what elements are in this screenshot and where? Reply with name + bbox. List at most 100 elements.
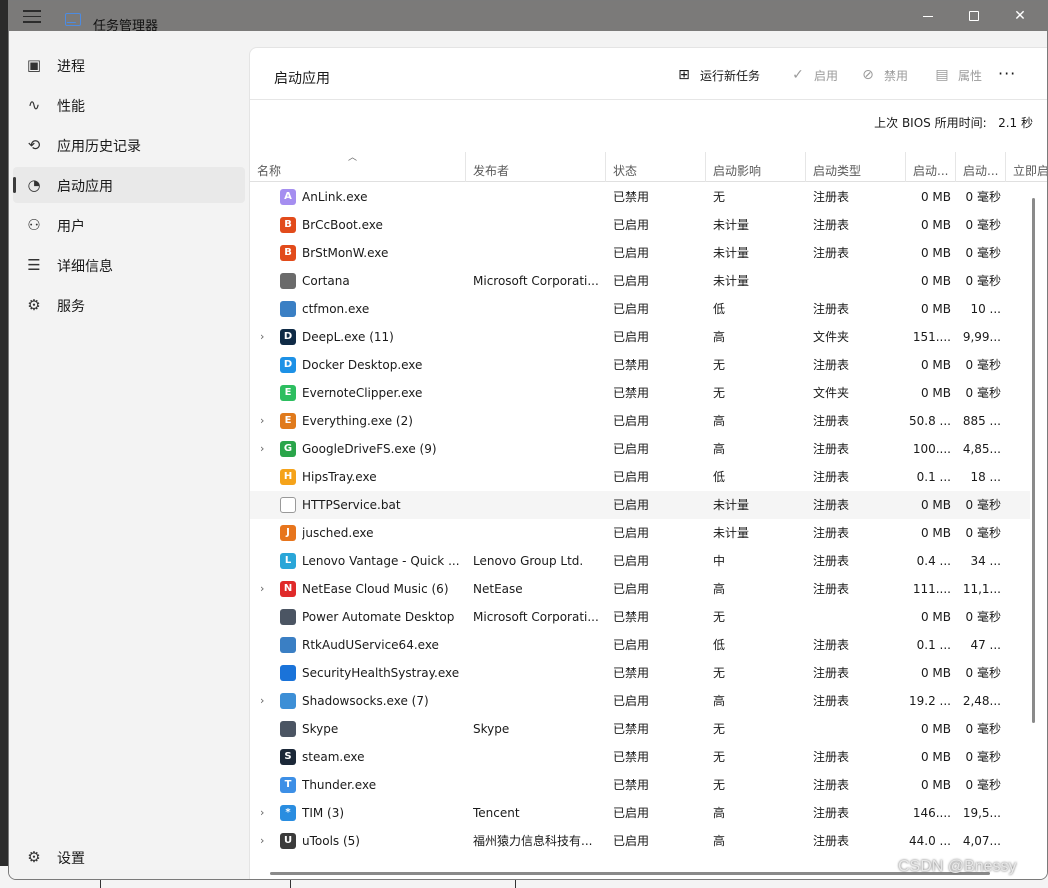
cell-cpu-time: 0 毫秒 (965, 274, 1001, 288)
table-row[interactable]: Ssteam.exe 已禁用 无 注册表 0 MB 0 毫秒 (250, 743, 1030, 771)
maximize-button[interactable] (951, 1, 997, 31)
sidebar-item-services[interactable]: ⚙ 服务 (13, 287, 245, 323)
cell-disk-io: 0.1 ... (916, 470, 951, 484)
table-row[interactable]: B BrCcBoot.exe 已启用 未计量 注册表 0 MB 0 毫秒 (250, 211, 1030, 239)
cell-status: 已启用 (613, 246, 650, 260)
cell-app-name: HTTPService.bat (302, 498, 401, 512)
cell-cpu-time: 0 毫秒 (965, 386, 1001, 400)
cell-publisher (473, 407, 605, 435)
table-row[interactable]: ctfmon.exe 已启用 低 注册表 0 MB 10 ... (250, 295, 1030, 323)
table-row[interactable]: Jjusched.exe 已启用 未计量 注册表 0 MB 0 毫秒 (250, 519, 1030, 547)
expand-chevron-icon[interactable]: › (260, 827, 264, 855)
page-title: 启动应用 (274, 71, 330, 87)
cell-disk-io: 19.2 ... (909, 694, 951, 708)
column-header-type[interactable]: 启动类型 (806, 152, 906, 182)
run-new-task-button[interactable]: ⊞ 运行新任务 (676, 66, 760, 84)
column-header-impact[interactable]: 启动影响 (706, 152, 806, 182)
sidebar-item-settings[interactable]: ⚙ 设置 (13, 839, 245, 875)
cell-app-name: NetEase Cloud Music (6) (302, 582, 449, 596)
cell-disk-io: 0 MB (920, 666, 951, 680)
hipstray-icon: H (280, 469, 296, 485)
cell-cpu-time: 0 毫秒 (965, 190, 1001, 204)
expand-chevron-icon[interactable]: › (260, 435, 264, 463)
table-row[interactable]: Power Automate Desktop Microsoft Corporat… (250, 603, 1030, 631)
sidebar-item-users[interactable]: ⚇ 用户 (13, 207, 245, 243)
cell-cpu-time: 0 毫秒 (965, 358, 1001, 372)
cell-startup-impact: 无 (713, 386, 726, 400)
table-row[interactable]: Cortana Microsoft Corporati... 已启用 未计量 0 MB 0… (250, 267, 1030, 295)
cell-cpu-time: 0 毫秒 (965, 246, 1001, 260)
cell-publisher (473, 323, 605, 351)
cell-cpu-time: 0 毫秒 (965, 526, 1001, 540)
cell-app-name: RtkAudUService64.exe (302, 638, 439, 652)
table-row[interactable]: H HipsTray.exe 已启用 低 注册表 0.1 ... 18 ... (250, 463, 1030, 491)
column-header-disk-io[interactable]: 启动... (906, 152, 956, 182)
cell-publisher (473, 435, 605, 463)
expand-chevron-icon[interactable]: › (260, 407, 264, 435)
table-row[interactable]: › Shadowsocks.exe (7) 已启用 高 注册表 19.2 ... 2,48.… (250, 687, 1030, 715)
cell-app-name: Lenovo Vantage - Quick ... (302, 554, 460, 568)
table-row[interactable]: › N NetEase Cloud Music (6) NetEase 已启用 高 注册表 1… (250, 575, 1030, 603)
expand-chevron-icon[interactable]: › (260, 799, 264, 827)
table-row[interactable]: › E Everything.exe (2) 已启用 高 注册表 50.8 ... 885 .… (250, 407, 1030, 435)
sidebar-item-details[interactable]: ☰ 详细信息 (13, 247, 245, 283)
table-row[interactable]: HTTPService.bat 已启用 未计量 注册表 0 MB 0 毫秒 (250, 491, 1030, 519)
active-indicator (13, 177, 16, 193)
expand-chevron-icon[interactable]: › (260, 323, 264, 351)
brcc-icon: B (280, 217, 296, 233)
cell-app-name: SecurityHealthSystray.exe (302, 666, 460, 680)
table-row[interactable]: D Docker Desktop.exe 已禁用 无 注册表 0 MB 0 毫秒 (250, 351, 1030, 379)
cell-startup-impact: 高 (713, 806, 726, 820)
column-header-cpu[interactable]: 启动... (956, 152, 1006, 182)
table-row[interactable]: B BrStMonW.exe 已启用 未计量 注册表 0 MB 0 毫秒 (250, 239, 1030, 267)
processes-icon: ▣ (26, 56, 42, 74)
column-header-name[interactable]: 名称 (250, 152, 466, 182)
cell-app-name: Everything.exe (2) (302, 414, 413, 428)
horizontal-scrollbar[interactable] (270, 872, 990, 875)
table-row[interactable]: › * TIM (3) Tencent 已启用 高 注册表 146.... 19,5... (250, 799, 1030, 827)
table-row[interactable]: › D DeepL.exe (11) 已启用 高 文件夹 151.... 9,99... (250, 323, 1030, 351)
background-left (0, 0, 8, 888)
cell-startup-type: 注册表 (813, 806, 850, 820)
properties-button[interactable]: ▤ 属性 (934, 66, 982, 84)
enable-button[interactable]: ✓ 启用 (790, 66, 838, 84)
cell-status: 已禁用 (613, 386, 650, 400)
task-manager-icon (65, 13, 81, 26)
table-row[interactable]: › UuTools (5) 福州猿力信息科技有... 已启用 高 注册表 44.0 ... 4… (250, 827, 1030, 855)
cell-startup-impact: 无 (713, 358, 726, 372)
tim-icon: * (280, 805, 296, 821)
table-row[interactable]: RtkAudUService64.exe 已启用 低 注册表 0.1 ... 47 ... (250, 631, 1030, 659)
startup-icon: ◔ (27, 176, 41, 194)
sidebar-item-startup[interactable]: ◔ 启动应用 (13, 167, 245, 203)
column-header-running-now[interactable]: 立即启 (1006, 152, 1047, 182)
cell-status: 已启用 (613, 442, 650, 456)
cell-cpu-time: 18 ... (970, 470, 1001, 484)
table-row[interactable]: SecurityHealthSystray.exe 已禁用 无 注册表 0 MB 0 毫秒 (250, 659, 1030, 687)
disable-button[interactable]: ⊘ 禁用 (860, 66, 908, 84)
minimize-button[interactable] (905, 1, 951, 31)
cell-startup-impact: 高 (713, 834, 726, 848)
table-row[interactable]: › G GoogleDriveFS.exe (9) 已启用 高 注册表 100.... 4,8… (250, 435, 1030, 463)
vertical-scrollbar[interactable] (1032, 198, 1035, 723)
table-row[interactable]: E EvernoteClipper.exe 已禁用 无 文件夹 0 MB 0 毫秒 (250, 379, 1030, 407)
more-options-button[interactable]: ··· (998, 64, 1016, 83)
sidebar-item-history[interactable]: ⟲ 应用历史记录 (13, 127, 245, 163)
expand-chevron-icon[interactable]: › (260, 575, 264, 603)
cell-status: 已启用 (613, 554, 650, 568)
table-row[interactable]: A AnLink.exe 已禁用 无 注册表 0 MB 0 毫秒 (250, 183, 1030, 211)
sidebar-item-performance[interactable]: ∿ 性能 (13, 87, 245, 123)
table-row[interactable]: Skype Skype 已禁用 无 0 MB 0 毫秒 (250, 715, 1030, 743)
column-header-status[interactable]: 状态 (606, 152, 706, 182)
close-button[interactable]: ✕ (997, 1, 1043, 31)
cell-cpu-time: 0 毫秒 (965, 750, 1001, 764)
cell-disk-io: 0 MB (920, 218, 951, 232)
expand-chevron-icon[interactable]: › (260, 687, 264, 715)
hamburger-menu-icon[interactable] (23, 10, 41, 24)
cell-startup-impact: 高 (713, 582, 726, 596)
task-manager-window: 任务管理器 ✕ ▣ 进程 ∿ 性能 ⟲ 应用历史记录 ◔ 启动应用 ⚇ 用户 ☰ 详细信息 ⚙ 服务 ⚙ 设置… (8, 0, 1048, 880)
cell-publisher: Lenovo Group Ltd. (473, 554, 584, 568)
column-header-publisher[interactable]: 发布者 (466, 152, 606, 182)
table-row[interactable]: T Thunder.exe 已禁用 无 注册表 0 MB 0 毫秒 (250, 771, 1030, 799)
table-row[interactable]: L Lenovo Vantage - Quick ... Lenovo Group … (250, 547, 1030, 575)
sidebar-item-processes[interactable]: ▣ 进程 (13, 47, 245, 83)
